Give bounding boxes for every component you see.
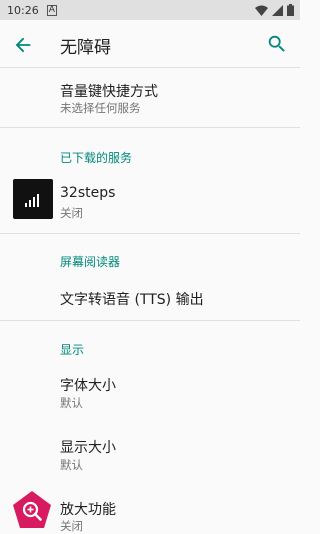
item-title: 显示大小	[60, 440, 116, 456]
bars-icon	[25, 194, 39, 207]
battery-icon	[287, 4, 294, 16]
item-subtitle: 默认	[60, 396, 83, 410]
status-bar: 10:26 A	[0, 0, 300, 20]
app-bar: 无障碍	[0, 20, 300, 68]
section-header-downloaded: 已下载的服务	[60, 151, 133, 165]
item-title: 32steps	[60, 185, 116, 201]
arrow-back-icon[interactable]	[12, 34, 34, 56]
search-icon[interactable]	[266, 33, 288, 55]
status-icons	[255, 4, 294, 16]
magnification-icon	[13, 491, 51, 528]
page-title: 无障碍	[60, 38, 111, 58]
wifi-icon	[255, 5, 268, 16]
signal-icon	[272, 4, 283, 16]
item-subtitle: 未选择任何服务	[60, 101, 141, 115]
status-time: 10:26	[7, 3, 39, 17]
divider	[0, 233, 300, 234]
item-subtitle: 关闭	[60, 206, 83, 220]
item-title: 字体大小	[60, 378, 116, 394]
app-bar-divider	[0, 67, 300, 68]
item-subtitle: 关闭	[60, 519, 83, 533]
item-title: 音量键快捷方式	[60, 84, 158, 100]
divider	[0, 320, 300, 321]
item-title: 放大功能	[60, 502, 116, 518]
notification-icon: A	[46, 4, 57, 16]
section-header-display: 显示	[60, 343, 85, 357]
item-subtitle: 默认	[60, 458, 83, 472]
item-title: 文字转语音 (TTS) 输出	[60, 292, 204, 308]
signal-bars-app-icon	[13, 179, 53, 219]
divider	[0, 127, 300, 128]
section-header-screen-reader: 屏幕阅读器	[60, 255, 121, 269]
